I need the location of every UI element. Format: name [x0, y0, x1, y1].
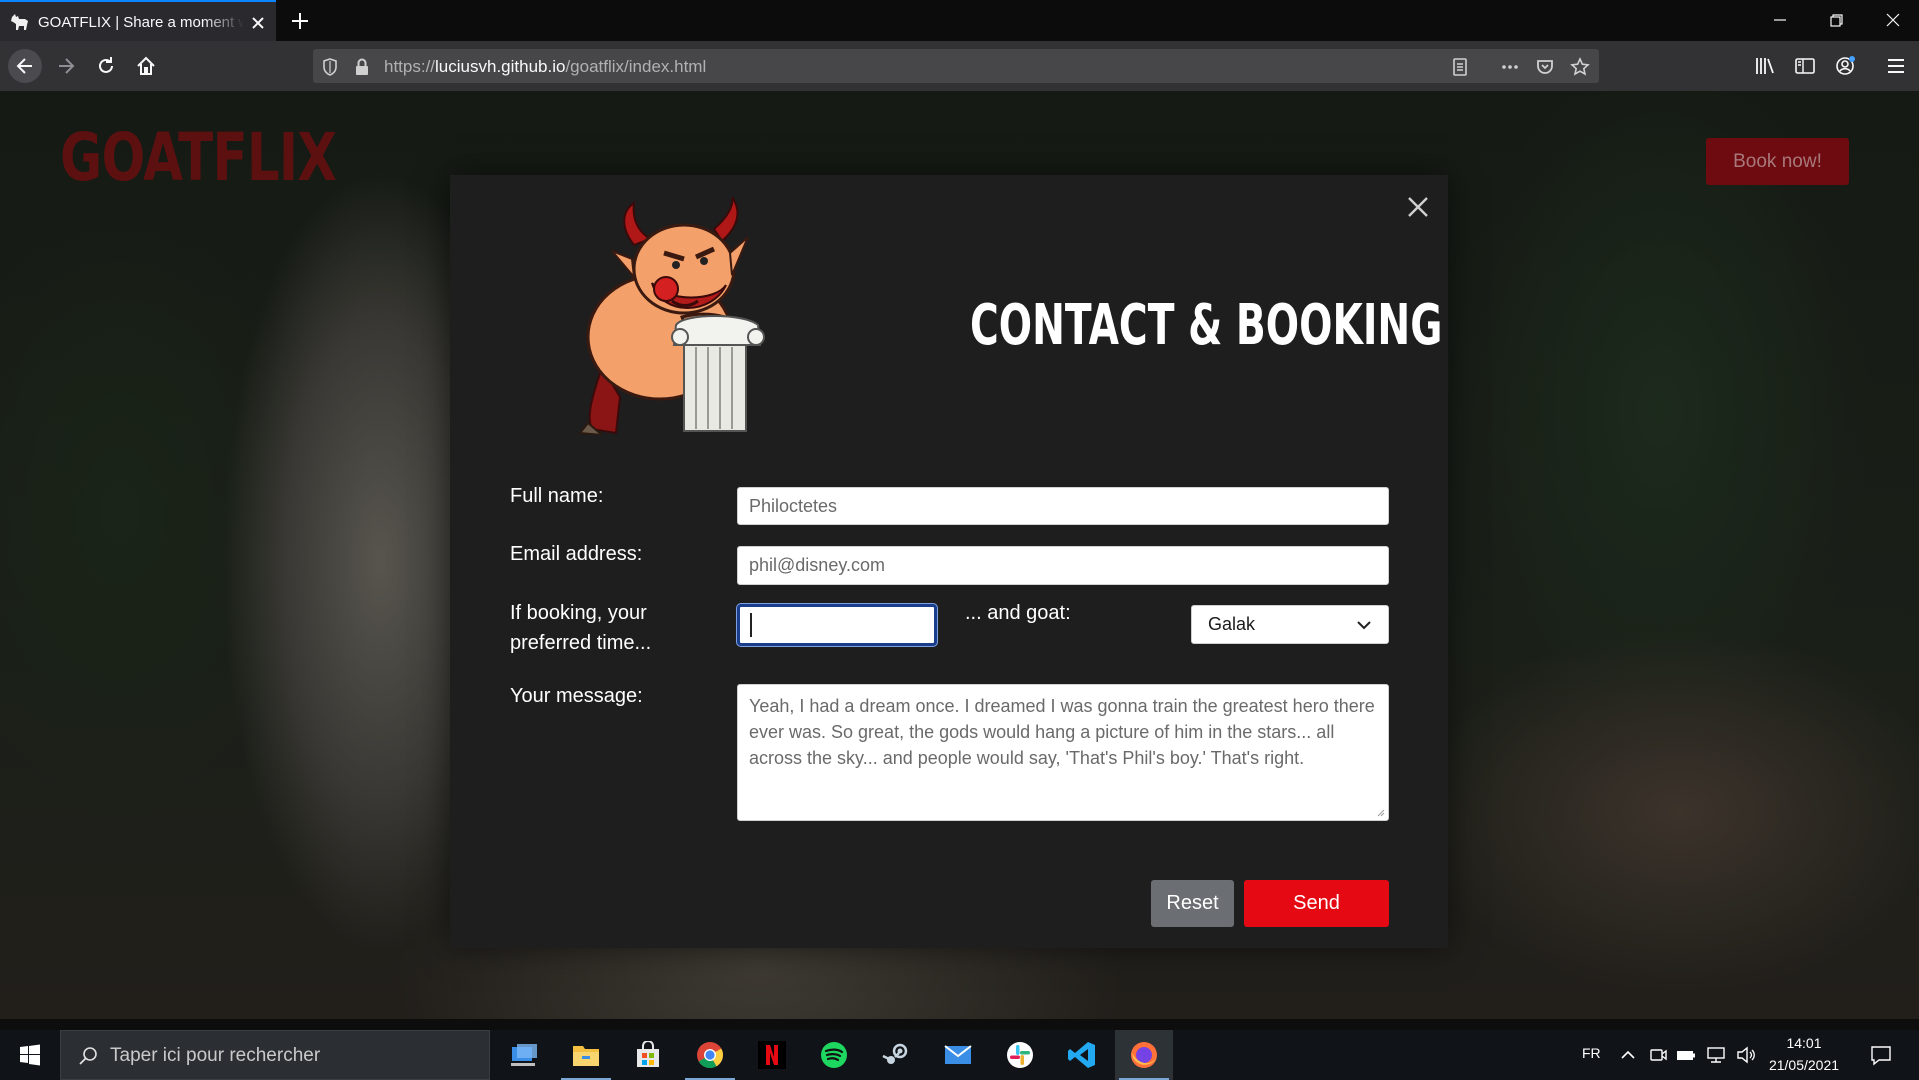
clock-date: 21/05/2021 [1768, 1057, 1840, 1073]
message-label: Your message: [510, 685, 643, 707]
taskbar-app-desktop[interactable] [495, 1030, 553, 1080]
back-button[interactable] [8, 49, 42, 83]
language-indicator[interactable]: FR [1582, 1045, 1601, 1061]
modal-title: CONTACT & BOOKING [970, 293, 1443, 358]
url-text[interactable]: https://luciusvh.github.io/goatflix/inde… [384, 57, 706, 77]
book-now-button[interactable]: Book now! [1706, 138, 1849, 185]
network-icon[interactable] [1705, 1045, 1727, 1065]
arrow-right-icon [59, 58, 75, 74]
pocket-icon[interactable] [1534, 56, 1556, 78]
windows-logo-icon [20, 1044, 40, 1066]
reset-button[interactable]: Reset [1151, 880, 1234, 927]
firefox-icon [1131, 1042, 1157, 1068]
browser-tab-active[interactable]: GOATFLIX | Share a moment with a goat [0, 0, 276, 41]
clock-time: 14:01 [1786, 1035, 1822, 1051]
restore-icon[interactable] [1822, 8, 1850, 32]
forward-button[interactable] [49, 49, 83, 83]
browser-tab-bar: GOATFLIX | Share a moment with a goat [0, 0, 1919, 41]
shield-icon[interactable] [319, 56, 341, 78]
resize-grip-icon[interactable] [1375, 807, 1385, 817]
vscode-icon [1068, 1042, 1095, 1068]
new-tab-icon[interactable] [288, 9, 312, 33]
browser-nav-bar: https://luciusvh.github.io/goatflix/inde… [0, 41, 1919, 91]
preferred-time-label: If booking, your preferred time... [510, 602, 652, 654]
close-window-icon[interactable] [1879, 8, 1907, 32]
sidebar-icon[interactable] [1792, 53, 1818, 79]
file-explorer-icon [573, 1046, 599, 1066]
taskbar-app-steam[interactable] [867, 1030, 925, 1080]
reader-view-icon[interactable] [1449, 56, 1471, 78]
email-label: Email address: [510, 543, 643, 565]
philoctetes-illustration [578, 197, 765, 435]
desktop-icon [511, 1044, 537, 1066]
home-button[interactable] [129, 49, 163, 83]
close-icon[interactable] [1404, 193, 1432, 221]
netflix-icon [758, 1041, 786, 1069]
full-name-input[interactable]: Philoctetes [737, 487, 1389, 525]
chevron-down-icon [1357, 620, 1371, 629]
reload-button[interactable] [89, 49, 123, 83]
email-value: phil@disney.com [749, 555, 885, 575]
chrome-icon [697, 1042, 724, 1069]
start-button[interactable] [0, 1030, 60, 1080]
account-icon[interactable] [1832, 53, 1858, 79]
taskbar-search-box[interactable]: Taper ici pour rechercher [60, 1030, 490, 1080]
chevron-up-icon[interactable] [1617, 1045, 1639, 1065]
bookmark-star-icon[interactable] [1569, 56, 1591, 78]
full-name-value: Philoctetes [749, 495, 838, 516]
slack-icon [1007, 1042, 1033, 1068]
windows-taskbar: Taper ici pour rechercher FR 14:01 21/05… [0, 1030, 1919, 1080]
send-button[interactable]: Send [1244, 880, 1389, 927]
taskbar-app-file-explorer[interactable] [557, 1030, 615, 1080]
library-icon[interactable] [1752, 53, 1778, 79]
taskbar-app-vscode[interactable] [1053, 1030, 1111, 1080]
url-path: /goatflix/index.html [565, 57, 707, 76]
page-background: GOATFLIX Book now! CONTACT & BOOKING Ful… [0, 91, 1919, 1019]
arrow-left-icon [16, 58, 32, 74]
minimize-icon[interactable] [1766, 8, 1794, 32]
steam-icon [882, 1043, 908, 1064]
goat-label: ... and goat: [965, 602, 1071, 624]
preferred-time-input[interactable] [737, 604, 937, 646]
store-icon [637, 1041, 659, 1067]
goat-select[interactable]: Galak [1191, 605, 1389, 644]
tab-title: GOATFLIX | Share a moment with a goat [38, 14, 244, 31]
search-icon [79, 1047, 97, 1065]
taskbar-app-slack[interactable] [991, 1030, 1049, 1080]
address-bar[interactable]: https://luciusvh.github.io/goatflix/inde… [313, 49, 1599, 83]
battery-icon[interactable] [1675, 1045, 1697, 1065]
url-host: luciusvh.github.io [435, 57, 566, 76]
contact-booking-modal: CONTACT & BOOKING Full name: Philoctetes… [450, 175, 1448, 948]
search-placeholder: Taper ici pour rechercher [110, 1045, 321, 1066]
hamburger-menu-icon[interactable] [1883, 53, 1909, 79]
taskbar-app-mail[interactable] [929, 1030, 987, 1080]
volume-icon[interactable] [1735, 1045, 1757, 1065]
email-input[interactable]: phil@disney.com [737, 546, 1389, 585]
mail-icon [944, 1045, 972, 1064]
taskbar-app-chrome[interactable] [681, 1030, 739, 1080]
more-actions-icon[interactable] [1499, 56, 1521, 78]
goatflix-logo[interactable]: GOATFLIX [60, 119, 337, 196]
meet-now-icon[interactable] [1647, 1045, 1669, 1065]
close-tab-icon[interactable] [248, 13, 268, 33]
goat-favicon-icon [11, 14, 28, 30]
clock[interactable]: 14:01 21/05/2021 [1766, 1033, 1842, 1077]
goat-select-value: Galak [1208, 614, 1256, 634]
url-scheme: https:// [384, 57, 436, 76]
taskbar-app-netflix[interactable] [743, 1030, 801, 1080]
taskbar-app-firefox[interactable] [1115, 1030, 1173, 1080]
spotify-icon [821, 1042, 847, 1068]
message-textarea[interactable]: Yeah, I had a dream once. I dreamed I wa… [737, 684, 1389, 821]
message-value: Yeah, I had a dream once. I dreamed I wa… [749, 696, 1375, 768]
reload-icon [99, 57, 113, 73]
full-name-label: Full name: [510, 485, 604, 507]
taskbar-app-store[interactable] [619, 1030, 677, 1080]
taskbar-app-spotify[interactable] [805, 1030, 863, 1080]
lock-icon[interactable] [351, 56, 373, 78]
text-caret [750, 613, 752, 637]
notifications-icon[interactable] [1869, 1043, 1893, 1067]
home-icon [137, 56, 155, 75]
